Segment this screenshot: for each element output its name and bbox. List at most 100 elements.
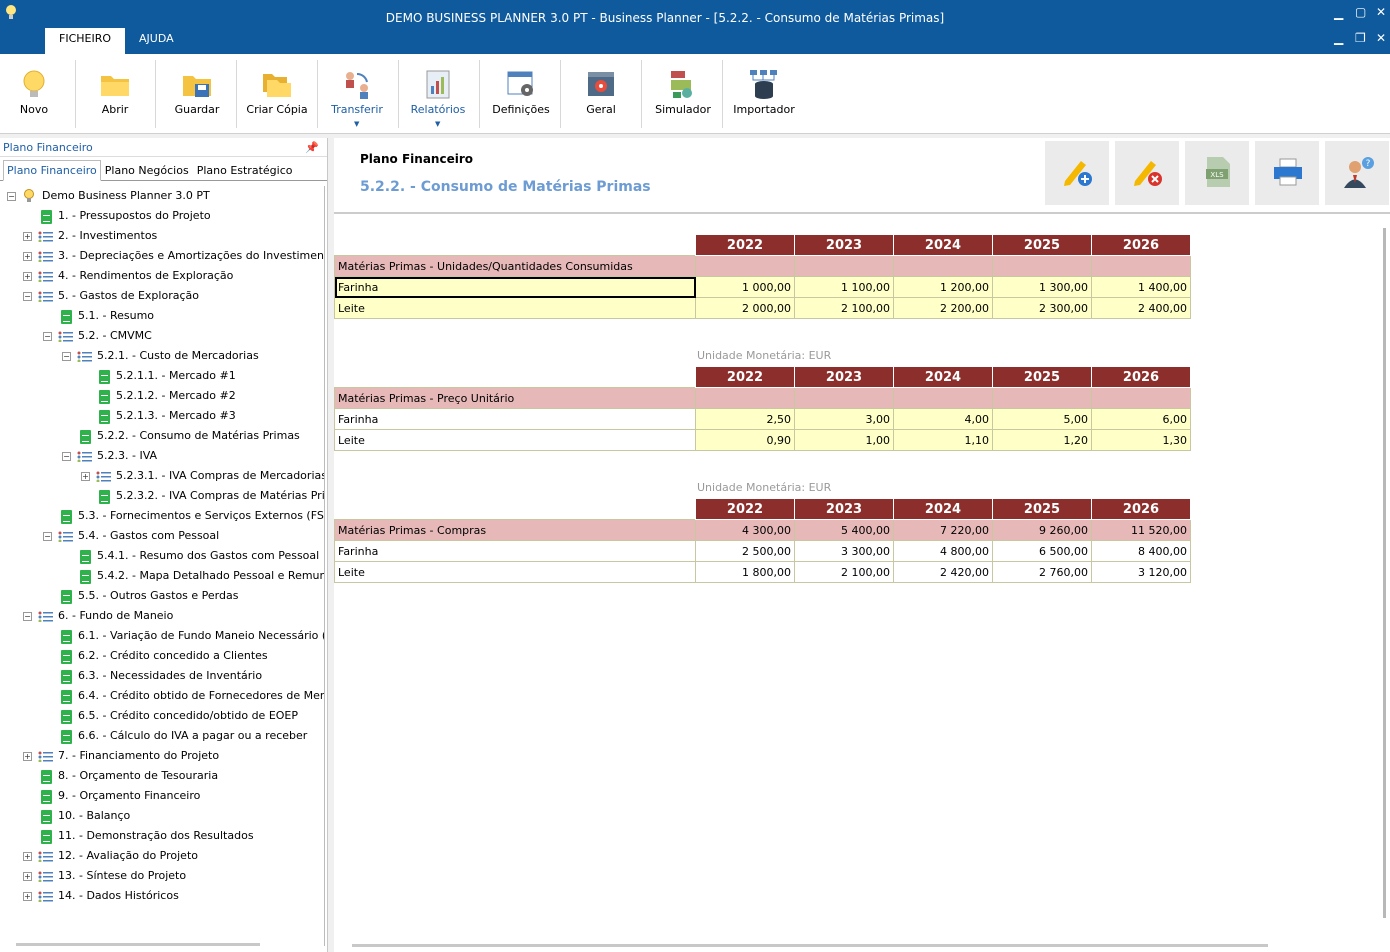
tab-ajuda[interactable]: AJUDA bbox=[125, 28, 188, 54]
value-cell[interactable]: 2 100,00 bbox=[794, 297, 894, 319]
tree-item[interactable]: − 6. - Fundo de Maneio bbox=[0, 606, 324, 626]
tree-expander-icon[interactable]: − bbox=[23, 612, 32, 621]
value-cell[interactable]: 1,00 bbox=[794, 429, 894, 451]
export-xls-button[interactable]: XLS bbox=[1185, 141, 1249, 205]
tree-item[interactable]: +12. - Avaliação do Projeto bbox=[0, 846, 324, 866]
abrir-button[interactable]: Abrir bbox=[75, 54, 155, 134]
tree-item[interactable]: 6.5. - Crédito concedido/obtido de EOEP bbox=[0, 706, 324, 726]
minimize-button[interactable]: ▁ bbox=[1334, 6, 1343, 20]
tree-item[interactable]: − Demo Business Planner 3.0 PT bbox=[0, 186, 324, 206]
tree-item[interactable]: 5.4.1. - Resumo dos Gastos com Pessoal bbox=[0, 546, 324, 566]
tree-item[interactable]: 9. - Orçamento Financeiro bbox=[0, 786, 324, 806]
relatorios-button[interactable]: Relatórios ▼ bbox=[398, 54, 478, 134]
row-label[interactable]: Leite bbox=[334, 297, 696, 319]
novo-button[interactable]: Novo bbox=[0, 54, 74, 134]
tree-item[interactable]: 6.4. - Crédito obtido de Fornecedores de… bbox=[0, 686, 324, 706]
tab-plano-estrategico[interactable]: Plano Estratégico bbox=[193, 160, 297, 181]
transferir-button[interactable]: Transferir ▼ bbox=[317, 54, 397, 134]
tree-item[interactable]: 6.1. - Variação de Fundo Maneio Necessár… bbox=[0, 626, 324, 646]
child-close-button[interactable]: ✕ bbox=[1376, 31, 1386, 45]
tree-item[interactable]: − 5.2.1. - Custo de Mercadorias bbox=[0, 346, 324, 366]
pin-icon[interactable]: 📌 bbox=[305, 138, 319, 157]
tree-item[interactable]: − 5.2. - CMVMC bbox=[0, 326, 324, 346]
value-cell[interactable]: 0,90 bbox=[695, 429, 795, 451]
value-cell[interactable]: 2 300,00 bbox=[992, 297, 1092, 319]
simulador-button[interactable]: Simulador bbox=[643, 54, 723, 134]
tree-item[interactable]: 5.2.1.3. - Mercado #3 bbox=[0, 406, 324, 426]
tree-item[interactable]: − 5.4. - Gastos com Pessoal bbox=[0, 526, 324, 546]
value-cell[interactable]: 4,00 bbox=[893, 408, 993, 430]
value-cell[interactable]: 1,30 bbox=[1091, 429, 1191, 451]
tree-item[interactable]: 5.2.1.2. - Mercado #2 bbox=[0, 386, 324, 406]
tree-expander-icon[interactable]: + bbox=[23, 872, 32, 881]
tree-item[interactable]: +5.2.3.1. - IVA Compras de Mercadorias bbox=[0, 466, 324, 486]
tree-item[interactable]: 1. - Pressupostos do Projeto bbox=[0, 206, 324, 226]
tree-expander-icon[interactable]: − bbox=[7, 192, 16, 201]
maximize-button[interactable]: ▢ bbox=[1355, 5, 1366, 19]
value-cell[interactable]: 5,00 bbox=[992, 408, 1092, 430]
tree-item[interactable]: 6.3. - Necessidades de Inventário bbox=[0, 666, 324, 686]
value-cell[interactable]: 6,00 bbox=[1091, 408, 1191, 430]
tree-expander-icon[interactable]: − bbox=[43, 332, 52, 341]
value-cell[interactable]: 2 400,00 bbox=[1091, 297, 1191, 319]
tree-item[interactable]: 5.4.2. - Mapa Detalhado Pessoal e Remune… bbox=[0, 566, 324, 586]
tree-item[interactable]: +2. - Investimentos bbox=[0, 226, 324, 246]
tree-item[interactable]: 10. - Balanço bbox=[0, 806, 324, 826]
geral-button[interactable]: Geral bbox=[561, 54, 641, 134]
value-cell[interactable]: 1 400,00 bbox=[1091, 276, 1191, 298]
tree-expander-icon[interactable]: + bbox=[23, 232, 32, 241]
tree-item[interactable]: 5.1. - Resumo bbox=[0, 306, 324, 326]
tree-item[interactable]: +14. - Dados Históricos bbox=[0, 886, 324, 906]
tree-expander-icon[interactable]: − bbox=[62, 352, 71, 361]
tree-expander-icon[interactable]: + bbox=[23, 252, 32, 261]
value-cell[interactable]: 2 200,00 bbox=[893, 297, 993, 319]
value-cell[interactable]: 1 200,00 bbox=[893, 276, 993, 298]
tree-item[interactable]: 5.2.1.1. - Mercado #1 bbox=[0, 366, 324, 386]
add-record-button[interactable] bbox=[1045, 141, 1109, 205]
tab-plano-negocios[interactable]: Plano Negócios bbox=[101, 160, 193, 181]
tree-item[interactable]: +3. - Depreciações e Amortizações do Inv… bbox=[0, 246, 324, 266]
tree-expander-icon[interactable]: − bbox=[62, 452, 71, 461]
print-button[interactable] bbox=[1255, 141, 1319, 205]
value-cell[interactable]: 1 000,00 bbox=[695, 276, 795, 298]
guardar-button[interactable]: Guardar bbox=[157, 54, 237, 134]
tree-item[interactable]: +4. - Rendimentos de Exploração bbox=[0, 266, 324, 286]
tree-item[interactable]: 5.2.2. - Consumo de Matérias Primas bbox=[0, 426, 324, 446]
content-horizontal-scrollbar[interactable] bbox=[352, 944, 1268, 947]
value-cell[interactable]: 2,50 bbox=[695, 408, 795, 430]
tree-item[interactable]: 11. - Demonstração dos Resultados bbox=[0, 826, 324, 846]
tree-expander-icon[interactable]: + bbox=[23, 852, 32, 861]
tree-item[interactable]: 8. - Orçamento de Tesouraria bbox=[0, 766, 324, 786]
tree-expander-icon[interactable]: + bbox=[23, 272, 32, 281]
importador-button[interactable]: Importador bbox=[724, 54, 804, 134]
tab-plano-financeiro[interactable]: Plano Financeiro bbox=[3, 160, 101, 181]
criar-copia-button[interactable]: Criar Cópia bbox=[237, 54, 317, 134]
tree-item[interactable]: 5.3. - Fornecimentos e Serviços Externos… bbox=[0, 506, 324, 526]
value-cell[interactable]: 1,10 bbox=[893, 429, 993, 451]
tree-expander-icon[interactable]: + bbox=[23, 752, 32, 761]
value-cell[interactable]: 1 300,00 bbox=[992, 276, 1092, 298]
tree-item[interactable]: +7. - Financiamento do Projeto bbox=[0, 746, 324, 766]
tree-expander-icon[interactable]: − bbox=[23, 292, 32, 301]
tree-item[interactable]: 5.2.3.2. - IVA Compras de Matérias Prima bbox=[0, 486, 324, 506]
row-label[interactable]: Farinha bbox=[334, 276, 696, 298]
tree-item[interactable]: 5.5. - Outros Gastos e Perdas bbox=[0, 586, 324, 606]
tree-item[interactable]: +13. - Síntese do Projeto bbox=[0, 866, 324, 886]
value-cell[interactable]: 1,20 bbox=[992, 429, 1092, 451]
help-button[interactable]: ? bbox=[1325, 141, 1389, 205]
close-button[interactable]: ✕ bbox=[1376, 5, 1386, 19]
value-cell[interactable]: 3,00 bbox=[794, 408, 894, 430]
value-cell[interactable]: 2 000,00 bbox=[695, 297, 795, 319]
tree-item[interactable]: 6.6. - Cálculo do IVA a pagar ou a receb… bbox=[0, 726, 324, 746]
tab-ficheiro[interactable]: FICHEIRO bbox=[45, 28, 126, 54]
tree-item[interactable]: − 5.2.3. - IVA bbox=[0, 446, 324, 466]
content-vertical-scrollbar[interactable] bbox=[1383, 228, 1386, 918]
tree-horizontal-scrollbar[interactable] bbox=[16, 943, 260, 946]
tree-expander-icon[interactable]: + bbox=[23, 892, 32, 901]
value-cell[interactable]: 1 100,00 bbox=[794, 276, 894, 298]
child-minimize-button[interactable]: ▁ bbox=[1334, 31, 1343, 45]
tree-expander-icon[interactable]: − bbox=[43, 532, 52, 541]
tree-expander-icon[interactable]: + bbox=[81, 472, 90, 481]
child-restore-button[interactable]: ❐ bbox=[1355, 31, 1366, 45]
tree-item[interactable]: − 5. - Gastos de Exploração bbox=[0, 286, 324, 306]
